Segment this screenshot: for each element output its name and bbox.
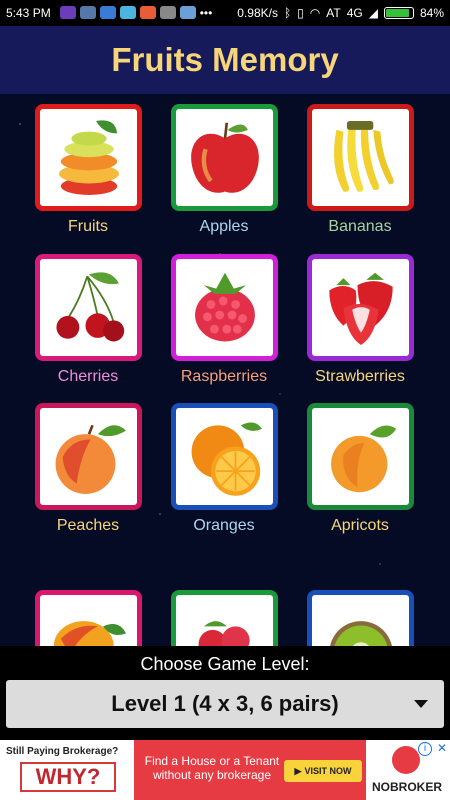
card-kiwi[interactable]	[307, 590, 414, 646]
battery-level: 84%	[419, 6, 444, 20]
card-cherries[interactable]	[35, 254, 142, 361]
card-strawberries[interactable]	[307, 254, 414, 361]
notification-icon	[99, 6, 116, 19]
card-raspberries[interactable]	[171, 254, 278, 361]
card-mango[interactable]	[35, 590, 142, 646]
card-lychee[interactable]	[171, 590, 278, 646]
brand-logo-icon	[392, 746, 420, 774]
fruit-stack-icon	[58, 119, 119, 195]
card-label: Fruits	[68, 218, 108, 235]
card-label: Oranges	[193, 517, 255, 534]
fruit-grid: Fruits Apples Bananas Cherries Raspberri…	[0, 94, 450, 646]
wifi-icon: ◠	[309, 6, 321, 20]
card-label: Strawberries	[315, 368, 405, 385]
signal-icon: ◢	[368, 6, 378, 20]
apricot-icon	[330, 424, 396, 492]
bluetooth-icon: ᛒ	[283, 6, 292, 20]
raspberry-icon	[194, 272, 255, 341]
notification-icon	[139, 6, 156, 19]
app-bar: Fruits Memory	[0, 26, 450, 94]
carrier-label: AT	[326, 6, 341, 20]
card-fruits[interactable]	[35, 104, 142, 211]
status-time: 5:43 PM	[6, 6, 51, 20]
level-dropdown[interactable]: Level 1 (4 x 3, 6 pairs)	[6, 680, 444, 728]
notification-icon	[119, 6, 136, 19]
ad-question: Still Paying Brokerage?	[6, 746, 119, 757]
kiwi-icon	[329, 620, 392, 646]
more-icon: •••	[199, 6, 213, 20]
battery-icon	[383, 7, 414, 19]
lychee-icon	[198, 620, 250, 646]
ad-left-panel: Still Paying Brokerage? WHY?	[0, 740, 134, 800]
card-label: Cherries	[57, 368, 119, 385]
level-section: Choose Game Level: Level 1 (4 x 3, 6 pai…	[0, 646, 450, 740]
info-icon[interactable]: i	[418, 742, 432, 756]
notification-icon	[179, 6, 196, 19]
orange-icon	[191, 422, 262, 496]
card-label: Raspberries	[180, 368, 268, 385]
notification-icon	[59, 6, 76, 19]
close-icon[interactable]: ✕	[437, 741, 447, 755]
network-type: 4G	[346, 6, 363, 20]
app-title: Fruits Memory	[111, 41, 339, 78]
cherry-icon	[55, 271, 124, 341]
mango-icon	[53, 620, 126, 646]
level-title: Choose Game Level:	[140, 654, 310, 674]
ad-banner[interactable]: Still Paying Brokerage? WHY? Find a Hous…	[0, 740, 450, 800]
status-bar: 5:43 PM ••• 0.98K/s ᛒ ▯ ◠ AT 4G ◢ 84%	[0, 0, 450, 26]
card-apricots[interactable]	[307, 403, 414, 510]
chevron-down-icon	[414, 700, 428, 708]
ad-why: WHY?	[20, 762, 116, 792]
ad-brand-panel: NOBROKER i ✕	[366, 740, 450, 800]
peach-icon	[55, 424, 126, 494]
level-selected-value: Level 1 (4 x 3, 6 pairs)	[111, 691, 339, 716]
vibrate-icon: ▯	[297, 6, 304, 20]
notification-icon	[79, 6, 96, 19]
card-oranges[interactable]	[171, 403, 278, 510]
banana-icon	[333, 120, 394, 192]
ad-visit-button[interactable]: ▶ VISIT NOW	[284, 760, 362, 782]
card-label: Apricots	[331, 517, 389, 534]
card-peaches[interactable]	[35, 403, 142, 510]
card-apples[interactable]	[171, 104, 278, 211]
apple-icon	[190, 122, 259, 193]
card-label: Bananas	[328, 218, 392, 235]
notification-icon	[159, 6, 176, 19]
strawberry-icon	[328, 272, 393, 345]
network-speed: 0.98K/s	[237, 6, 278, 20]
ad-visit-label: VISIT NOW	[304, 766, 352, 776]
card-label: Apples	[199, 218, 249, 235]
card-bananas[interactable]	[307, 104, 414, 211]
ad-brand: NOBROKER	[372, 780, 443, 794]
ad-headline: Find a House or a Tenant without any bro…	[144, 754, 280, 782]
play-icon: ▶	[294, 765, 302, 776]
card-label: Peaches	[56, 517, 120, 534]
